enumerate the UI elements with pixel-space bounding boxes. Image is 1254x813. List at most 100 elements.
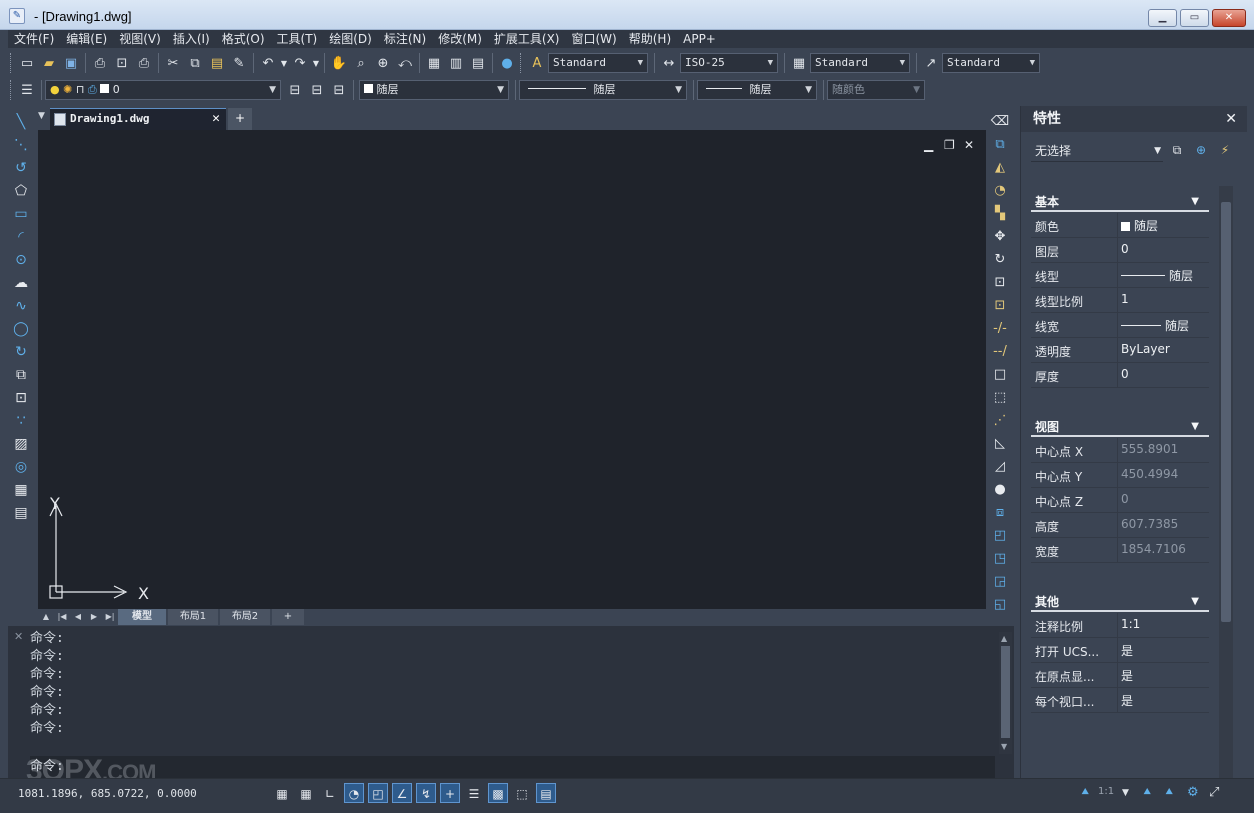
next-layout-icon[interactable]: ▶ — [88, 611, 100, 623]
offset-icon[interactable]: ◔ — [988, 179, 1012, 202]
construction-line-icon[interactable]: ⋱ — [8, 133, 34, 156]
annotation-scale-icon[interactable]: ⯅ — [1080, 783, 1090, 803]
viewport-restore-icon[interactable]: ❐ — [944, 138, 955, 152]
pan-icon[interactable]: ✋ — [328, 52, 350, 74]
zoom-realtime-icon[interactable]: ⌕ — [350, 52, 372, 74]
new-tab-button[interactable]: + — [228, 108, 252, 130]
viewport-close-icon[interactable]: ✕ — [964, 138, 974, 152]
linetype-select[interactable]: 随层 ▼ — [519, 80, 687, 100]
blend-curves-icon[interactable]: ● — [988, 478, 1012, 501]
layer-previous-icon[interactable]: ⊟ — [306, 79, 328, 101]
rotate-icon[interactable]: ↻ — [988, 248, 1012, 271]
undo-icon[interactable]: ↶ — [257, 52, 279, 74]
property-row[interactable]: 打开 UCS... 是 — [1031, 638, 1209, 663]
send-under-icon[interactable]: ◱ — [988, 593, 1012, 616]
redo-icon[interactable]: ↷ — [289, 52, 311, 74]
polygon-icon[interactable]: ⬠ — [8, 179, 34, 202]
zoom-window-icon[interactable]: ⊕ — [372, 52, 394, 74]
property-row[interactable]: 图层 0 — [1031, 238, 1209, 263]
text-style-icon[interactable]: A — [526, 52, 548, 74]
property-row[interactable]: 高度 607.7385 — [1031, 513, 1209, 538]
add-layout-button[interactable]: + — [272, 609, 304, 625]
close-palette-icon[interactable]: ✕ — [1225, 106, 1237, 132]
mirror-icon[interactable]: ◭ — [988, 156, 1012, 179]
help-icon[interactable]: ● — [496, 52, 518, 74]
first-layout-icon[interactable]: |◀ — [56, 611, 68, 623]
trim-icon[interactable]: -/- — [988, 317, 1012, 340]
auto-scale-icon[interactable]: ⯅ — [1164, 783, 1174, 803]
multileader-style-select[interactable]: Standard ▼ — [942, 53, 1040, 73]
zoom-previous-icon[interactable]: ⤺ — [394, 52, 416, 74]
menu-insert[interactable]: 插入(I) — [167, 30, 216, 48]
menu-window[interactable]: 窗口(W) — [566, 30, 623, 48]
close-command-window-icon[interactable]: ✕ — [14, 630, 23, 643]
property-row[interactable]: 线宽 随层 — [1031, 313, 1209, 338]
scrollbar-thumb[interactable] — [1221, 202, 1231, 622]
circle-icon[interactable]: ⊙ — [8, 248, 34, 271]
open-folder-icon[interactable]: ▰ — [38, 52, 60, 74]
draw-order-back-icon[interactable]: ◳ — [988, 547, 1012, 570]
previous-layout-icon[interactable]: ◀ — [72, 611, 84, 623]
erase-icon[interactable]: ⌫ — [988, 110, 1012, 133]
menu-draw[interactable]: 绘图(D) — [323, 30, 378, 48]
draw-order-front-icon[interactable]: ◰ — [988, 524, 1012, 547]
move-icon[interactable]: ✥ — [988, 225, 1012, 248]
toolbar-grip[interactable] — [10, 80, 13, 100]
scroll-up-icon[interactable]: ▲ — [1001, 634, 1007, 643]
close-tab-icon[interactable]: ✕ — [212, 109, 220, 129]
properties-icon[interactable]: ▦ — [423, 52, 445, 74]
extend-icon[interactable]: --/ — [988, 340, 1012, 363]
hatch-icon[interactable]: ▨ — [8, 432, 34, 455]
save-icon[interactable]: ▣ — [60, 52, 82, 74]
select-objects-icon[interactable]: ⊕ — [1191, 140, 1211, 160]
property-row[interactable]: 中心点 Y 450.4994 — [1031, 463, 1209, 488]
property-row[interactable]: 线型 随层 — [1031, 263, 1209, 288]
point-icon[interactable]: ∵ — [8, 409, 34, 432]
stretch-icon[interactable]: ⊡ — [988, 294, 1012, 317]
command-input[interactable]: 命令: — [30, 756, 995, 778]
fullscreen-icon[interactable]: ⤢ — [1209, 783, 1219, 803]
section-other[interactable]: 其他 ▼ — [1031, 592, 1209, 612]
properties-scrollbar[interactable] — [1219, 186, 1233, 790]
fillet-icon[interactable]: ◿ — [988, 455, 1012, 478]
ellipse-icon[interactable]: ◯ — [8, 317, 34, 340]
publish-icon[interactable]: ⎙ — [133, 52, 155, 74]
layer-state-icon[interactable]: ⊟ — [328, 79, 350, 101]
property-row[interactable]: 注释比例 1:1 — [1031, 613, 1209, 638]
color-select[interactable]: 随层 ▼ — [359, 80, 509, 100]
design-center-icon[interactable]: ▥ — [445, 52, 467, 74]
tab-drawing1[interactable]: Drawing1.dwg ✕ — [50, 108, 226, 130]
print-preview-icon[interactable]: ⊡ — [111, 52, 133, 74]
rectangle-icon[interactable]: ▭ — [8, 202, 34, 225]
copy-icon[interactable]: ⧉ — [184, 52, 206, 74]
match-properties-icon[interactable]: ✎ — [228, 52, 250, 74]
menu-modify[interactable]: 修改(M) — [432, 30, 488, 48]
coordinates-readout[interactable]: 1081.1896, 685.0722, 0.0000 — [18, 787, 197, 800]
explode-icon[interactable]: ⧈ — [988, 501, 1012, 524]
menu-tools[interactable]: 工具(T) — [271, 30, 324, 48]
break-at-point-icon[interactable]: □ — [988, 363, 1012, 386]
make-block-icon[interactable]: ⊡ — [8, 386, 34, 409]
spline-icon[interactable]: ∿ — [8, 294, 34, 317]
menu-dimension[interactable]: 标注(N) — [378, 30, 432, 48]
join-icon[interactable]: ⋰ — [988, 409, 1012, 432]
ortho-icon[interactable]: ∟ — [320, 783, 340, 803]
maximize-button[interactable]: ▭ — [1180, 9, 1209, 27]
scrollbar-thumb[interactable] — [1001, 646, 1010, 738]
property-row[interactable]: 中心点 X 555.8901 — [1031, 438, 1209, 463]
object-snap-tracking-icon[interactable]: ∠ — [392, 783, 412, 803]
break-icon[interactable]: ⬚ — [988, 386, 1012, 409]
array-icon[interactable]: ▚ — [988, 202, 1012, 225]
multiline-text-icon[interactable]: ▤ — [8, 501, 34, 524]
cut-icon[interactable]: ✂ — [162, 52, 184, 74]
toolbar-grip[interactable] — [10, 53, 13, 73]
section-view[interactable]: 视图 ▼ — [1031, 417, 1209, 437]
new-file-icon[interactable]: ▭ — [16, 52, 38, 74]
workspace-gear-icon[interactable]: ⚙ — [1187, 783, 1199, 803]
tab-model[interactable]: 模型 — [118, 609, 166, 625]
menu-format[interactable]: 格式(O) — [216, 30, 271, 48]
undo-dropdown-icon[interactable]: ▼ — [279, 52, 289, 74]
selection-select[interactable]: 无选择 ▼ — [1031, 140, 1163, 162]
annotation-visibility-icon[interactable]: ⯅ — [1142, 783, 1152, 803]
redo-dropdown-icon[interactable]: ▼ — [311, 52, 321, 74]
